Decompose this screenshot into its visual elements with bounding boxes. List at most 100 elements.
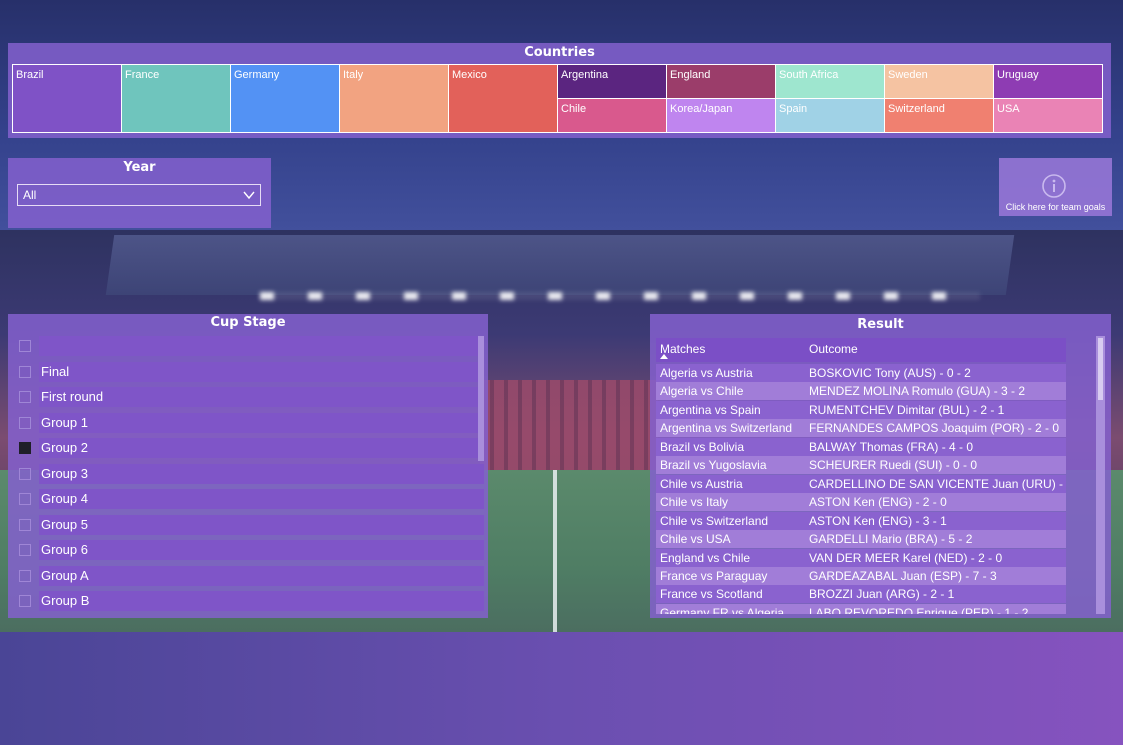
match-cell: Argentina vs Spain <box>660 402 761 417</box>
table-row[interactable]: Algeria vs Chile MENDEZ MOLINA Romulo (GU… <box>656 382 1066 401</box>
cup-stage-checkbox[interactable] <box>19 365 31 378</box>
cup-stage-label <box>39 336 484 356</box>
table-row[interactable]: France vs Paraguay GARDEAZABAL Juan (ESP)… <box>656 566 1066 585</box>
match-cell: Brazil vs Yugoslavia <box>660 458 767 473</box>
country-tile-usa[interactable]: USA <box>993 98 1103 133</box>
cup-stage-label: Final <box>39 361 484 382</box>
cup-stage-item[interactable]: Final <box>17 361 484 382</box>
year-dropdown[interactable]: All <box>17 184 261 206</box>
country-tile-south-africa[interactable]: South Africa <box>775 64 885 99</box>
table-row[interactable]: Chile vs Italy ASTON Ken (ENG) - 2 - 0 <box>656 493 1066 512</box>
cup-stage-item[interactable]: Group 1 <box>17 412 484 433</box>
country-label: South Africa <box>779 69 839 81</box>
cup-stage-label: Group 2 <box>39 438 484 458</box>
outcome-cell: VAN DER MEER Karel (NED) - 2 - 0 <box>809 550 1003 565</box>
cup-stage-item[interactable] <box>17 336 484 356</box>
cup-stage-label: Group 5 <box>39 514 484 535</box>
pitch-center-line <box>553 470 557 635</box>
cup-stage-checkbox[interactable] <box>19 391 31 403</box>
cup-stage-label: Group 4 <box>39 489 484 509</box>
table-row[interactable]: Algeria vs Austria BOSKOVIC Tony (AUS) - … <box>656 364 1066 382</box>
cup-stage-slicer: Cup Stage Final First round Group 1 Group 2… <box>8 314 488 618</box>
table-row[interactable]: Chile vs USA GARDELLI Mario (BRA) - 5 - 2 <box>656 530 1066 549</box>
match-cell: Argentina vs Switzerland <box>660 421 793 436</box>
cup-stage-checkbox[interactable] <box>19 416 31 429</box>
outcome-cell: ASTON Ken (ENG) - 2 - 0 <box>809 495 947 510</box>
scrollbar-thumb[interactable] <box>1098 338 1103 400</box>
table-row[interactable]: France vs Scotland BROZZI Juan (ARG) - 2 … <box>656 585 1066 604</box>
cup-stage-scrollbar[interactable] <box>478 336 484 461</box>
country-tile-uruguay[interactable]: Uruguay <box>993 64 1103 99</box>
cup-stage-checkbox[interactable] <box>19 518 31 531</box>
country-tile-germany[interactable]: Germany <box>230 64 340 133</box>
outcome-cell: MENDEZ MOLINA Romulo (GUA) - 3 - 2 <box>809 384 1026 399</box>
cup-stage-item[interactable]: Group 3 <box>17 463 484 484</box>
cup-stage-checkbox[interactable] <box>19 340 31 352</box>
country-tile-sweden[interactable]: Sweden <box>884 64 994 99</box>
outcome-cell: BROZZI Juan (ARG) - 2 - 1 <box>809 587 955 602</box>
match-cell: Chile vs Switzerland <box>660 513 769 528</box>
stadium-seats <box>480 380 660 470</box>
country-tile-switzerland[interactable]: Switzerland <box>884 98 994 133</box>
cup-stage-item[interactable]: First round <box>17 387 484 407</box>
match-cell: Brazil vs Bolivia <box>660 439 745 454</box>
result-title: Result <box>857 317 904 332</box>
country-label: France <box>125 69 160 81</box>
cup-stage-item[interactable]: Group 6 <box>17 540 484 560</box>
cup-stage-title: Cup Stage <box>210 315 286 330</box>
cup-stage-checkbox[interactable] <box>19 595 31 607</box>
country-tile-brazil[interactable]: Brazil <box>12 64 122 133</box>
info-icon <box>1042 174 1066 198</box>
table-row[interactable]: Germany FR vs Algeria LABO REVOREDO Enriq… <box>656 603 1066 614</box>
table-row[interactable]: England vs Chile VAN DER MEER Karel (NED)… <box>656 548 1066 567</box>
table-row[interactable]: Chile vs Austria CARDELLINO DE SAN VICENT… <box>656 474 1066 493</box>
outcome-cell: SCHEURER Ruedi (SUI) - 0 - 0 <box>809 458 978 473</box>
result-scrollbar[interactable] <box>1096 336 1105 614</box>
cup-stage-item[interactable]: Group B <box>17 591 484 611</box>
match-cell: Germany FR vs Algeria <box>660 605 785 614</box>
country-label: Germany <box>234 69 280 81</box>
column-header-outcome[interactable]: Outcome <box>809 342 858 356</box>
table-row[interactable]: Chile vs Switzerland ASTON Ken (ENG) - 3 … <box>656 511 1066 530</box>
table-row[interactable]: Brazil vs Yugoslavia SCHEURER Ruedi (SUI)… <box>656 456 1066 475</box>
stadium-roof <box>105 235 1015 295</box>
country-tile-france[interactable]: France <box>121 64 231 133</box>
country-tile-italy[interactable]: Italy <box>339 64 449 133</box>
countries-title: Countries <box>524 45 595 60</box>
country-label: England <box>670 69 711 81</box>
country-label: USA <box>997 103 1020 115</box>
outcome-cell: ASTON Ken (ENG) - 3 - 1 <box>809 513 947 528</box>
country-tile-argentina[interactable]: Argentina <box>557 64 667 99</box>
cup-stage-checkbox[interactable] <box>19 442 31 454</box>
match-cell: Algeria vs Austria <box>660 366 753 380</box>
cup-stage-item[interactable]: Group 5 <box>17 514 484 535</box>
country-tile-chile[interactable]: Chile <box>557 98 667 133</box>
table-row[interactable]: Brazil vs Bolivia BALWAY Thomas (FRA) - 4… <box>656 437 1066 456</box>
cup-stage-item[interactable]: Group 4 <box>17 489 484 509</box>
cup-stage-checkbox[interactable] <box>19 467 31 480</box>
cup-stage-label: Group B <box>39 591 484 611</box>
cup-stage-checkbox[interactable] <box>19 493 31 505</box>
table-row[interactable]: Argentina vs Switzerland FERNANDES CAMPOS… <box>656 419 1066 438</box>
outcome-cell: RUMENTCHEV Dimitar (BUL) - 2 - 1 <box>809 402 1005 417</box>
country-tile-korea-japan[interactable]: Korea/Japan <box>666 98 776 133</box>
team-goals-button[interactable]: Click here for team goals <box>999 158 1112 216</box>
outcome-cell: BALWAY Thomas (FRA) - 4 - 0 <box>809 439 974 454</box>
country-tile-spain[interactable]: Spain <box>775 98 885 133</box>
cup-stage-checkbox[interactable] <box>19 544 31 556</box>
country-label: Spain <box>779 103 808 115</box>
country-tile-mexico[interactable]: Mexico <box>448 64 558 133</box>
cup-stage-label: Group A <box>39 565 484 586</box>
match-cell: Chile vs Italy <box>660 495 729 510</box>
table-header: Matches Outcome <box>656 338 1066 362</box>
footer-band <box>0 632 1123 745</box>
match-cell: Chile vs Austria <box>660 476 743 491</box>
cup-stage-item[interactable]: Group A <box>17 565 484 586</box>
cup-stage-list: Final First round Group 1 Group 2 Group 3 Gro… <box>17 336 485 614</box>
cup-stage-label: Group 3 <box>39 463 484 484</box>
cup-stage-checkbox[interactable] <box>19 569 31 582</box>
country-tile-england[interactable]: England <box>666 64 776 99</box>
match-cell: France vs Paraguay <box>660 568 768 583</box>
cup-stage-item[interactable]: Group 2 <box>17 438 484 458</box>
table-row[interactable]: Argentina vs Spain RUMENTCHEV Dimitar (BU… <box>656 400 1066 419</box>
